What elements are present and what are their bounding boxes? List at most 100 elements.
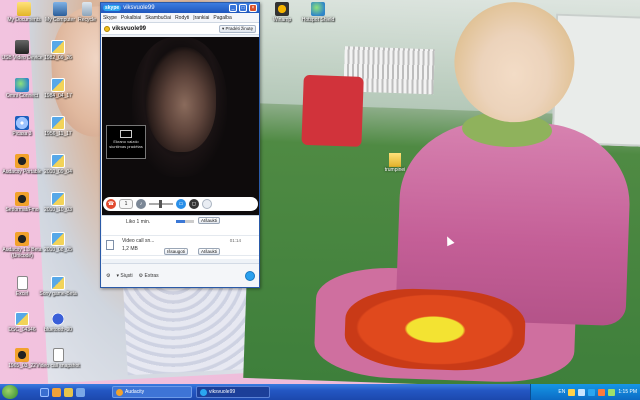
shield-icon (311, 2, 325, 16)
file-time: 01:14 (229, 238, 241, 243)
mute-button[interactable]: ♪ (136, 199, 146, 209)
remote-video-face (146, 47, 216, 152)
audacity-icon (15, 192, 29, 206)
picture-icon (15, 312, 29, 326)
camera-icon (15, 40, 29, 54)
send-message-button[interactable] (245, 270, 255, 281)
desktop-icon[interactable]: bluetooth-30 (36, 312, 80, 333)
folder-icon (389, 153, 401, 167)
save-file-button[interactable]: Išsaugoti (164, 248, 189, 255)
picasa-icon (15, 116, 29, 130)
contact-name[interactable]: viksvuole99 (112, 26, 217, 32)
document-icon (52, 348, 64, 362)
minimize-button[interactable]: _ (229, 4, 237, 12)
winamp-icon (275, 2, 289, 16)
desktop-icon[interactable]: Recycle (72, 2, 102, 23)
status-away-icon (104, 25, 110, 32)
title-bar[interactable]: skype viksvuole99 _ □ × (101, 3, 259, 13)
ride-on-toy (343, 286, 527, 373)
extras-button[interactable]: ⚙ Extras (139, 273, 159, 279)
file-icon (106, 240, 114, 250)
decline-file-button[interactable]: Atšaukti (198, 248, 221, 255)
menu-calls[interactable]: Skambučiai (145, 15, 171, 21)
audacity-icon (15, 154, 29, 168)
call-counter: 1 (119, 199, 133, 209)
menu-bar: Skype Pokalbiai Skambučiai Rodyti Įranki… (101, 13, 259, 23)
desktop-wallpaper (0, 0, 640, 384)
file-size: 1,2 MB (122, 246, 138, 252)
desktop-icon[interactable]: trumpinei (380, 153, 410, 173)
tray-icon[interactable] (598, 388, 606, 396)
desktop-icon[interactable]: 1984_04_17 (36, 78, 80, 99)
desktop-icon[interactable]: Hotspot Shield (296, 2, 340, 23)
maximize-button[interactable]: □ (239, 4, 247, 12)
recycle-bin-icon (82, 2, 92, 16)
quick-launch (40, 387, 85, 397)
computer-icon (53, 2, 67, 16)
task-skype[interactable]: viksvuole99 (196, 386, 270, 398)
browser-icon[interactable] (52, 387, 61, 397)
menu-view[interactable]: Rodyti (175, 15, 189, 21)
tray-icon[interactable] (568, 388, 576, 396)
explorer-icon[interactable] (64, 387, 73, 397)
contact-header: viksvuole99 ▾ Pradėti žinutę (101, 23, 259, 35)
file-name[interactable]: Video call sn... (122, 238, 154, 244)
end-call-button[interactable]: ☎ (106, 199, 116, 209)
audacity-icon (116, 388, 123, 396)
bluetooth-icon (51, 312, 65, 326)
audacity-icon (15, 232, 29, 246)
desktop-icon[interactable]: 2010_08_05 (36, 232, 80, 253)
red-toy (301, 74, 364, 147)
video-area: Ekrano vaizdo siuntimas pradėtas (102, 37, 259, 215)
desktop-icon[interactable]: 1982_09_26 (36, 40, 80, 61)
start-button[interactable] (2, 385, 18, 399)
fullscreen-button[interactable]: ◻ (189, 199, 199, 209)
time-left-text: Liko 1 min. (126, 219, 151, 225)
menu-conversations[interactable]: Pokalbiai (121, 15, 141, 21)
menu-skype[interactable]: Skype (103, 15, 117, 21)
menu-help[interactable]: Pagalba (213, 15, 231, 21)
media-icon[interactable] (76, 387, 85, 397)
screen-share-icon (120, 130, 132, 138)
desktop-icon[interactable]: 2010_09_04 (36, 154, 80, 175)
chat-area: Liko 1 min. Atšaukti Video call sn... 1,… (102, 215, 259, 259)
skype-icon (200, 388, 207, 396)
more-button[interactable] (202, 199, 212, 209)
desktop-icon[interactable]: 2010_10_03 (36, 192, 80, 213)
menu-tools[interactable]: Įrankiai (193, 15, 209, 21)
globe-icon (15, 78, 29, 92)
video-button[interactable]: ▭ (176, 199, 186, 209)
send-file-button[interactable]: ▾ Siųsti (116, 273, 132, 279)
language-indicator[interactable]: EN (558, 389, 565, 395)
start-button[interactable]: ▾ Pradėti žinutę (218, 24, 256, 33)
show-desktop-icon[interactable] (40, 387, 49, 397)
window-title: viksvuole99 (123, 5, 155, 11)
picture-icon (51, 116, 65, 130)
picture-icon (51, 154, 65, 168)
call-controls: ☎ 1 ♪ ▭ ◻ (103, 197, 258, 211)
chat-toolbar: ⚙ ▾ Siųsti ⚙ Extras (102, 263, 259, 287)
gear-icon[interactable]: ⚙ (106, 273, 110, 279)
document-icon (16, 276, 28, 290)
close-button[interactable]: × (249, 4, 257, 12)
cancel-transfer-button[interactable]: Atšaukti (198, 217, 221, 224)
desktop-icon[interactable]: Sony game-Beta (36, 276, 80, 297)
skype-logo-icon: skype (103, 5, 122, 11)
skype-tray-icon[interactable] (588, 388, 596, 396)
self-preview[interactable]: Ekrano vaizdo siuntimas pradėtas (106, 125, 146, 159)
volume-icon[interactable] (608, 388, 616, 396)
skype-window: skype viksvuole99 _ □ × Skype Pokalbiai … (100, 2, 260, 288)
transfer-progress (176, 220, 194, 223)
file-row: Video call sn... 1,2 MB 01:14 Išsaugoti … (102, 236, 259, 256)
folder-icon (17, 2, 31, 16)
volume-slider[interactable] (149, 200, 173, 208)
desktop-icon[interactable]: Video call snapshot (36, 348, 80, 369)
desktop-icon[interactable]: 1956_11_17 (36, 116, 80, 137)
clock[interactable]: 1:15 PM (618, 389, 637, 395)
picture-icon (51, 276, 65, 290)
picture-icon (51, 192, 65, 206)
network-icon[interactable] (578, 388, 586, 396)
wallpaper-girl-photo (243, 0, 640, 384)
taskbar: Audacity viksvuole99 EN 1:15 PM (0, 384, 640, 400)
task-audacity[interactable]: Audacity (112, 386, 192, 398)
